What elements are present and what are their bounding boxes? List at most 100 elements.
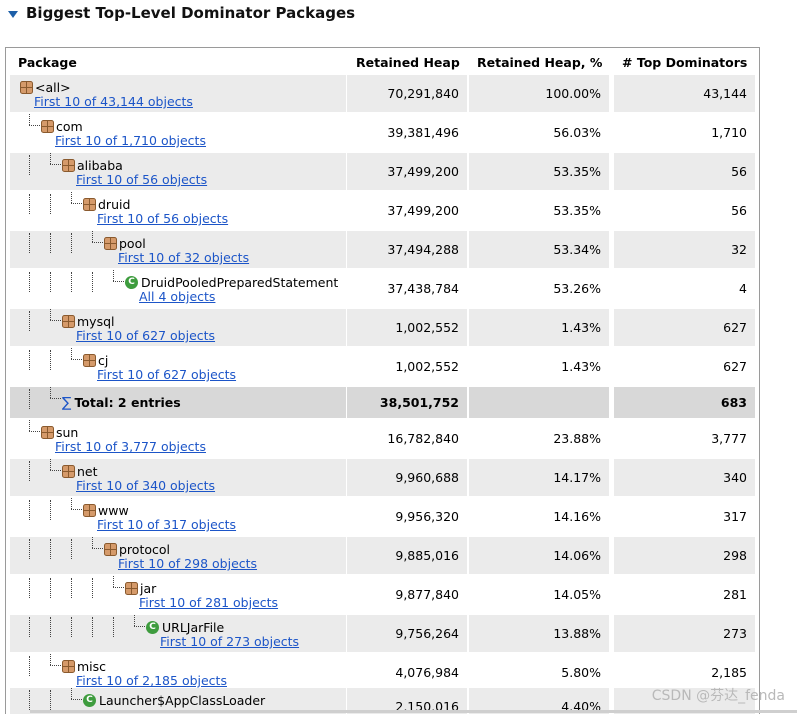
retained-heap-pct-cell: 1.43% — [561, 359, 601, 374]
objects-link[interactable]: First 10 of 2,185 objects — [76, 673, 227, 688]
package-name[interactable]: jar — [140, 581, 156, 596]
package-name[interactable]: druid — [98, 197, 130, 212]
retained-heap-pct-cell — [469, 387, 609, 418]
table-row[interactable]: cj First 10 of 627 objects 1,002,552 1.43% 6… — [6, 348, 759, 387]
tree-connector-line — [29, 125, 40, 126]
top-dominators-cell: 281 — [723, 587, 747, 602]
package-name[interactable]: www — [98, 503, 129, 518]
tree-connector-line — [50, 470, 61, 471]
table-row[interactable]: pool First 10 of 32 objects 37,494,288 53.3… — [6, 231, 759, 270]
table-row[interactable]: <all> First 10 of 43,144 objects 70,291,84… — [6, 75, 759, 114]
objects-link[interactable]: First 10 of 43,144 objects — [34, 94, 193, 109]
objects-link[interactable]: First 10 of 273 objects — [160, 634, 299, 649]
package-name[interactable]: net — [77, 464, 98, 479]
dominator-packages-table: Package Retained Heap Retained Heap, % #… — [5, 47, 760, 714]
top-dominators-cell: 317 — [723, 509, 747, 524]
objects-link[interactable]: First 10 of 1,710 objects — [55, 133, 206, 148]
objects-link[interactable]: First 10 of 627 objects — [76, 328, 215, 343]
objects-link[interactable]: First 10 of 56 objects — [76, 172, 207, 187]
package-cell: net First 10 of 340 objects — [10, 459, 346, 496]
column-header-retained-heap-pct[interactable]: Retained Heap, % — [477, 55, 602, 70]
tree-guide-line — [29, 656, 30, 676]
package-name[interactable]: pool — [119, 236, 146, 251]
package-name[interactable]: alibaba — [77, 158, 123, 173]
package-name[interactable]: com — [56, 119, 83, 134]
top-dominators-cell: 340 — [614, 459, 755, 496]
package-cell: druid First 10 of 56 objects — [10, 192, 346, 229]
package-name[interactable]: mysql — [77, 314, 115, 329]
tree-guide-line — [29, 311, 30, 331]
package-cell: <all> First 10 of 43,144 objects — [10, 75, 346, 112]
objects-link[interactable]: First 10 of 281 objects — [139, 595, 278, 610]
retained-heap-pct-cell: 23.88% — [553, 431, 601, 446]
retained-heap-cell: 39,381,496 — [387, 125, 459, 140]
package-icon — [62, 463, 77, 478]
tree-connector-line — [50, 153, 51, 164]
tree-guide-line — [71, 233, 72, 253]
section-header[interactable]: Biggest Top-Level Dominator Packages — [8, 2, 355, 24]
package-name[interactable]: sun — [56, 425, 78, 440]
package-name[interactable]: cj — [98, 353, 108, 368]
package-icon — [41, 424, 56, 439]
column-header-top-dominators[interactable]: # Top Dominators — [622, 55, 747, 70]
table-row[interactable]: C DruidPooledPreparedStatement All 4 objec… — [6, 270, 759, 309]
tree-connector-line — [50, 665, 61, 666]
table-row[interactable]: alibaba First 10 of 56 objects 37,499,200 5… — [6, 153, 759, 192]
objects-link[interactable]: First 10 of 627 objects — [97, 367, 236, 382]
collapse-triangle-icon[interactable] — [8, 10, 18, 18]
table-row[interactable]: druid First 10 of 56 objects 37,499,200 53.… — [6, 192, 759, 231]
retained-heap-cell: 9,956,320 — [395, 509, 459, 524]
objects-link[interactable]: First 10 of 340 objects — [76, 478, 215, 493]
table-row[interactable]: www First 10 of 317 objects 9,956,320 14.16… — [6, 498, 759, 537]
tree-connector-line — [92, 242, 103, 243]
package-icon — [104, 541, 119, 556]
package-label: net — [62, 463, 98, 479]
tree-guide-line — [29, 578, 30, 598]
objects-link[interactable]: First 10 of 298 objects — [118, 556, 257, 571]
tree-connector-line — [50, 654, 51, 665]
table-row[interactable]: jar First 10 of 281 objects 9,877,840 14.05… — [6, 576, 759, 615]
table-row[interactable]: C URLJarFile First 10 of 273 objects 9,756,… — [6, 615, 759, 654]
tree-connector-line — [92, 231, 93, 242]
tree-connector-line — [113, 587, 124, 588]
tree-connector-line — [71, 348, 72, 359]
tree-guide-line — [92, 617, 93, 637]
retained-heap-cell: 9,885,016 — [347, 537, 467, 574]
table-row[interactable]: mysql First 10 of 627 objects 1,002,552 1.4… — [6, 309, 759, 348]
table-row[interactable]: protocol First 10 of 298 objects 9,885,016… — [6, 537, 759, 576]
table-row[interactable]: sun First 10 of 3,777 objects 16,782,840 23… — [6, 420, 759, 459]
column-header-package[interactable]: Package — [18, 55, 77, 70]
package-name: Total: 2 entries — [74, 395, 181, 410]
retained-heap-cell: 38,501,752 — [347, 387, 467, 418]
objects-link[interactable]: First 10 of 32 objects — [118, 250, 249, 265]
objects-link[interactable]: First 10 of 3,777 objects — [55, 439, 206, 454]
package-name[interactable]: <all> — [35, 80, 71, 95]
retained-heap-pct-cell: 14.05% — [553, 587, 601, 602]
retained-heap-pct-cell: 53.35% — [553, 203, 601, 218]
table-row[interactable]: net First 10 of 340 objects 9,960,688 14.17… — [6, 459, 759, 498]
tree-connector-line — [29, 431, 40, 432]
objects-link[interactable]: First 10 of 317 objects — [97, 517, 236, 532]
tree-guide-line — [50, 350, 51, 370]
package-name[interactable]: misc — [77, 659, 106, 674]
tree-guide-line — [29, 389, 30, 409]
retained-heap-pct-cell: 14.06% — [469, 537, 609, 574]
retained-heap-cell: 37,438,784 — [387, 281, 459, 296]
package-name[interactable]: Launcher$AppClassLoader — [99, 693, 265, 708]
tree-connector-line — [71, 509, 82, 510]
package-name[interactable]: protocol — [119, 542, 170, 557]
objects-link[interactable]: All 4 objects — [139, 289, 215, 304]
package-cell: cj First 10 of 627 objects — [10, 348, 346, 385]
package-label: <all> — [20, 79, 71, 95]
package-cell: com First 10 of 1,710 objects — [10, 114, 346, 151]
table-row[interactable]: com First 10 of 1,710 objects 39,381,496 56… — [6, 114, 759, 153]
column-header-retained-heap[interactable]: Retained Heap — [356, 55, 460, 70]
package-name[interactable]: DruidPooledPreparedStatement — [141, 275, 338, 290]
package-label: misc — [62, 658, 106, 674]
package-icon — [41, 118, 56, 133]
package-icon — [62, 658, 77, 673]
package-name[interactable]: URLJarFile — [162, 620, 224, 635]
package-label: alibaba — [62, 157, 123, 173]
total-row[interactable]: ∑ Total: 2 entries 38,501,752 683 — [6, 387, 759, 420]
objects-link[interactable]: First 10 of 56 objects — [97, 211, 228, 226]
